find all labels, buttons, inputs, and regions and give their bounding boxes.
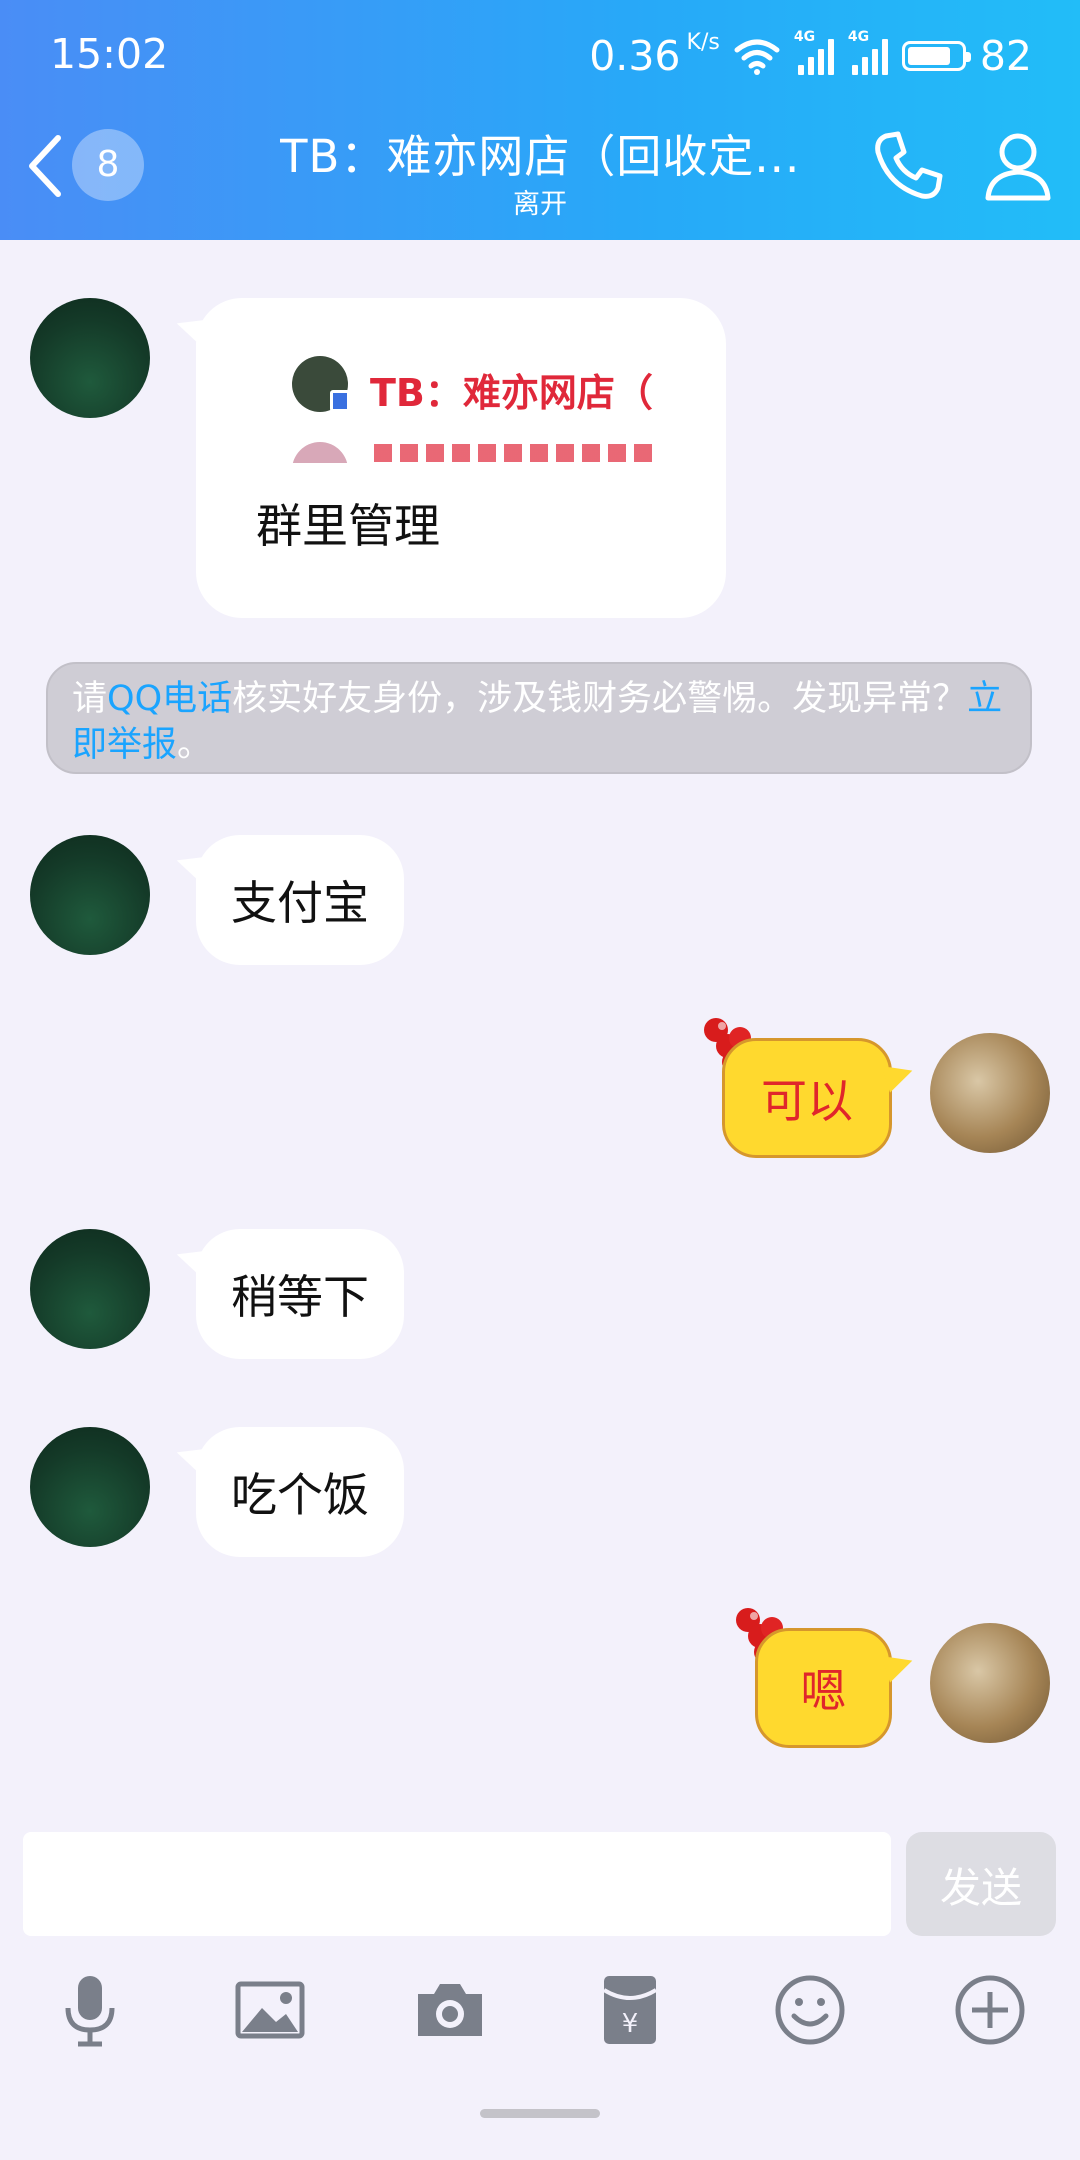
battery-level: 82 [979, 32, 1032, 80]
message-text: 可以 [761, 1074, 853, 1128]
unread-count-badge[interactable]: 8 [72, 129, 144, 201]
status-bar: 15:02 0.36 K/s 4G 4G 82 [0, 0, 1080, 115]
back-arrow-icon[interactable] [18, 128, 78, 204]
chat-title[interactable]: TB：难亦网店（回收定... [280, 120, 810, 185]
plus-icon[interactable] [950, 1970, 1030, 2050]
battery-icon [901, 41, 971, 71]
network-type-1: 4G [793, 29, 816, 45]
profile-icon[interactable] [978, 126, 1058, 206]
network-speed: 0.36 K/s [589, 30, 720, 81]
send-button[interactable]: 发送 [906, 1832, 1056, 1936]
phone-icon[interactable] [868, 126, 948, 206]
my-avatar[interactable] [930, 1623, 1050, 1743]
quoted-screenshot[interactable]: TB：难亦网店（ [292, 348, 662, 463]
contact-avatar[interactable] [30, 835, 150, 955]
network-speed-value: 0.36 [589, 32, 681, 80]
message-bubble[interactable]: 稍等下 [196, 1229, 404, 1359]
image-icon[interactable] [230, 1970, 310, 2050]
network-speed-unit: K/s [686, 30, 720, 55]
message-input[interactable] [23, 1832, 891, 1936]
notice-text: 核实好友身份，涉及钱财务必警惕。发现异常？ [232, 679, 968, 719]
notice-text: 请 [72, 679, 108, 719]
status-time: 15:02 [50, 30, 169, 78]
wifi-icon [734, 39, 780, 75]
notice-text: 。 [177, 725, 213, 765]
my-avatar[interactable] [930, 1033, 1050, 1153]
quoted-avatar-2 [292, 442, 348, 463]
signal-icon-1: 4G [794, 29, 834, 75]
my-message-bubble[interactable]: 嗯 [755, 1628, 892, 1748]
qq-call-link[interactable]: QQ电话 [107, 679, 232, 719]
contact-status: 离开 [513, 189, 567, 220]
svg-text:¥: ¥ [622, 2009, 639, 2039]
message-text: 稍等下 [231, 1270, 369, 1324]
message-bubble-quote[interactable]: TB：难亦网店（ 群里管理 [196, 298, 726, 618]
message-text: 支付宝 [231, 876, 369, 930]
red-packet-icon[interactable]: ¥ [590, 1970, 670, 2050]
microphone-icon[interactable] [50, 1970, 130, 2050]
message-text: 群里管理 [256, 499, 440, 553]
contact-avatar[interactable] [30, 1427, 150, 1547]
quoted-avatar [292, 356, 350, 412]
emoji-icon[interactable] [770, 1970, 850, 2050]
my-message-bubble[interactable]: 可以 [722, 1038, 892, 1158]
message-bubble[interactable]: 支付宝 [196, 835, 404, 965]
message-bubble[interactable]: 吃个饭 [196, 1427, 404, 1557]
camera-icon[interactable] [410, 1970, 490, 2050]
message-text: 吃个饭 [231, 1468, 369, 1522]
contact-avatar[interactable] [30, 1229, 150, 1349]
message-text: 嗯 [800, 1664, 847, 1718]
home-indicator[interactable] [480, 2109, 600, 2118]
contact-avatar[interactable] [30, 298, 150, 418]
status-indicators: 0.36 K/s 4G 4G 82 [589, 29, 1032, 82]
title-bar: 15:02 0.36 K/s 4G 4G 82 8 TB：难亦网店（回收定...… [0, 0, 1080, 240]
quoted-text: TB：难亦网店（ [370, 371, 653, 415]
signal-icon-2: 4G [848, 29, 888, 75]
network-type-2: 4G [847, 29, 870, 45]
security-notice: 请QQ电话核实好友身份，涉及钱财务必警惕。发现异常？立即举报。 [46, 662, 1032, 774]
quoted-text-2 [374, 444, 654, 462]
